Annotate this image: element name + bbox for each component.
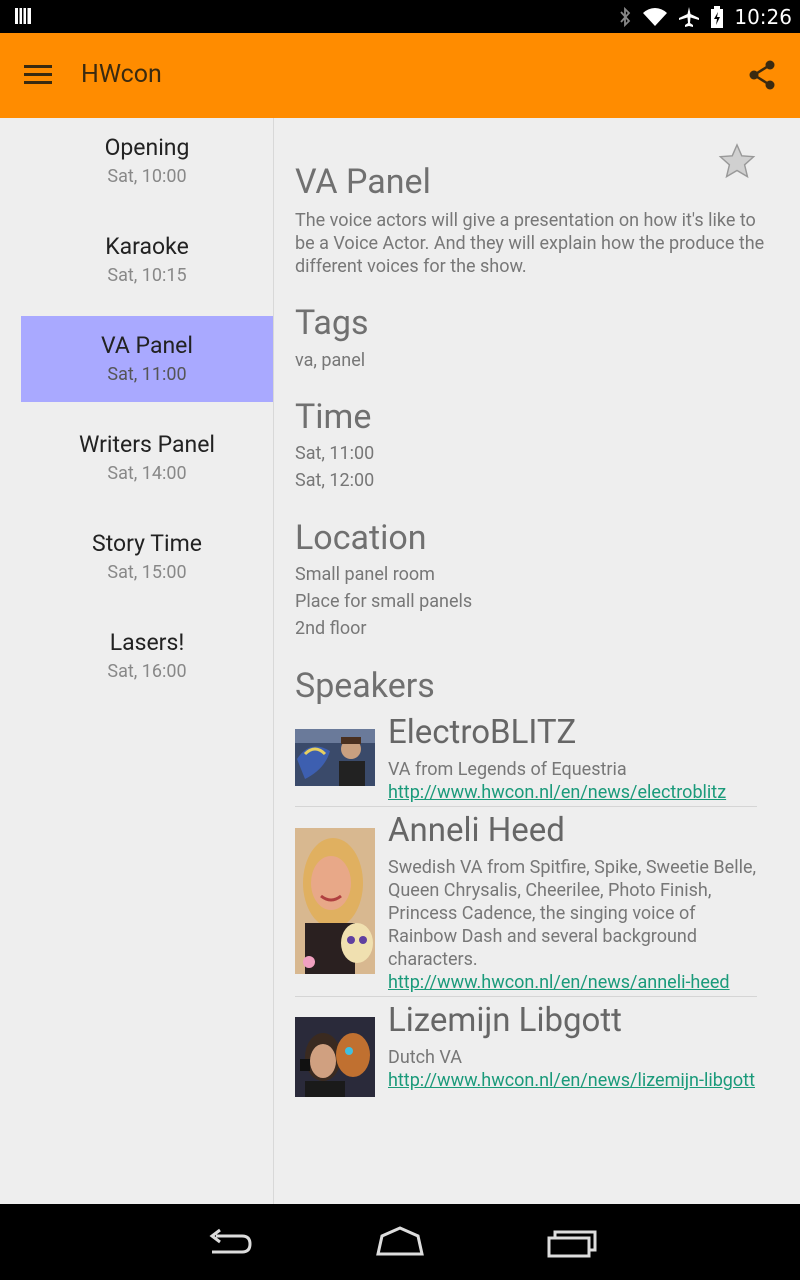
speaker-item[interactable]: Anneli Heed Swedish VA from Spitfire, Sp… (295, 812, 757, 997)
session-title: Karaoke (105, 233, 189, 260)
detail-title: VA Panel (295, 162, 431, 202)
session-title: VA Panel (101, 332, 193, 359)
detail-description: The voice actors will give a presentatio… (295, 210, 765, 277)
session-time: Sat, 15:00 (107, 562, 187, 583)
speaker-description: Swedish VA from Spitfire, Spike, Sweetie… (388, 857, 757, 970)
wifi-icon (643, 8, 668, 26)
share-icon[interactable] (746, 59, 778, 91)
session-item-va-panel[interactable]: VA Panel Sat, 11:00 (21, 316, 273, 402)
speaker-name: Anneli Heed (388, 811, 565, 850)
location-description: Place for small panels (295, 591, 473, 612)
speakers-heading: Speakers (295, 666, 435, 706)
tags-heading: Tags (295, 303, 369, 343)
tags-value: va, panel (295, 350, 366, 371)
session-time: Sat, 16:00 (107, 661, 187, 682)
session-time: Sat, 14:00 (107, 463, 187, 484)
speaker-name: Lizemijn Libgott (388, 1001, 622, 1040)
session-detail: VA Panel The voice actors will give a pr… (274, 118, 800, 1204)
home-icon[interactable] (370, 1224, 430, 1260)
session-time: Sat, 10:15 (107, 265, 187, 286)
session-title: Writers Panel (78, 431, 216, 458)
location-values: Small panel room Place for small panels … (295, 561, 765, 642)
bluetooth-icon (620, 6, 631, 28)
airplane-mode-icon (679, 7, 700, 27)
status-time: 10:26 (734, 5, 792, 29)
time-end: Sat, 12:00 (295, 470, 375, 491)
location-name: Small panel room (295, 564, 435, 585)
session-list: Opening Sat, 10:00 Karaoke Sat, 10:15 VA… (0, 118, 274, 1204)
speaker-link[interactable]: http://www.hwcon.nl/en/news/anneli-heed (388, 971, 758, 994)
speaker-description: Dutch VA (388, 1047, 462, 1068)
speaker-link[interactable]: http://www.hwcon.nl/en/news/lizemijn-lib… (388, 1069, 758, 1092)
time-values: Sat, 11:00 Sat, 12:00 (295, 440, 765, 494)
speaker-photo (295, 1017, 375, 1097)
session-item-opening[interactable]: Opening Sat, 10:00 (21, 118, 273, 204)
location-floor: 2nd floor (295, 618, 367, 639)
session-title: Story Time (92, 530, 202, 557)
app-title: HWcon (81, 60, 162, 89)
session-item-story-time[interactable]: Story Time Sat, 15:00 (21, 514, 273, 600)
time-start: Sat, 11:00 (295, 443, 375, 464)
session-title: Opening (104, 134, 190, 161)
speaker-link[interactable]: http://www.hwcon.nl/en/news/electroblitz (388, 781, 758, 804)
speaker-item[interactable]: ElectroBLITZ VA from Legends of Equestri… (295, 714, 757, 807)
speaker-photo (295, 729, 375, 786)
session-item-karaoke[interactable]: Karaoke Sat, 10:15 (21, 217, 273, 303)
speaker-description: VA from Legends of Equestria (388, 759, 627, 780)
time-heading: Time (295, 397, 372, 437)
speaker-item[interactable]: Lizemijn Libgott Dutch VA http://www.hwc… (295, 1002, 757, 1120)
speaker-photo (295, 828, 375, 974)
back-icon[interactable] (200, 1224, 260, 1260)
session-item-writers-panel[interactable]: Writers Panel Sat, 14:00 (21, 415, 273, 501)
session-item-lasers[interactable]: Lasers! Sat, 16:00 (21, 613, 273, 699)
speaker-name: ElectroBLITZ (388, 713, 577, 752)
session-time: Sat, 11:00 (107, 364, 187, 385)
menu-icon[interactable] (24, 65, 52, 85)
location-heading: Location (295, 518, 427, 558)
battery-icon (711, 6, 724, 28)
notification-icon (15, 8, 31, 24)
recent-apps-icon[interactable] (541, 1224, 601, 1260)
favorite-star-icon[interactable] (718, 142, 756, 180)
navigation-bar (0, 1204, 800, 1280)
session-time: Sat, 10:00 (107, 166, 187, 187)
session-title: Lasers! (109, 629, 185, 656)
status-bar: 10:26 (0, 0, 800, 33)
app-bar: HWcon (0, 33, 800, 118)
